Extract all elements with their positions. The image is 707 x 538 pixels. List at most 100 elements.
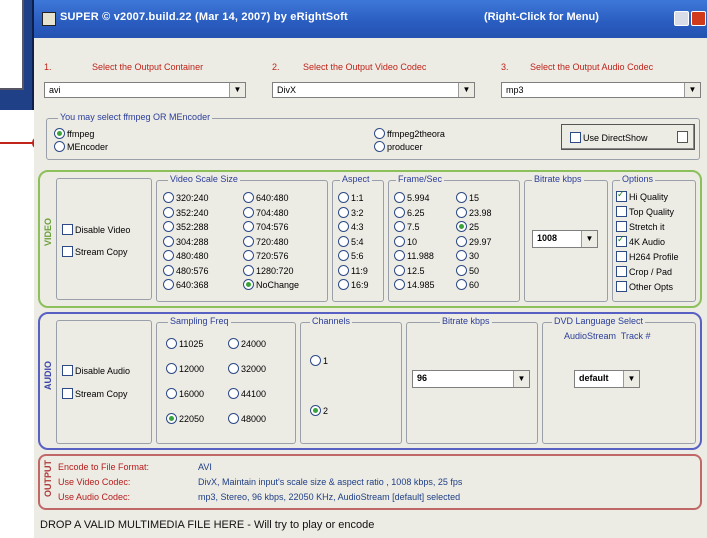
aspect-radio[interactable]: 5:4	[338, 235, 364, 247]
disable-audio-checkbox[interactable]: Disable Audio	[62, 365, 130, 376]
fps-radio[interactable]: 23.98	[456, 206, 492, 218]
radio-indicator[interactable]	[310, 405, 321, 416]
aspect-radio[interactable]: 1:1	[338, 192, 364, 203]
video-codec-select[interactable]: DivX ▼	[272, 82, 475, 98]
checkbox-indicator[interactable]	[616, 281, 627, 292]
checkbox-indicator[interactable]	[616, 234, 627, 247]
sampling-radio[interactable]: 32000	[228, 363, 266, 374]
producer-radio[interactable]: producer	[374, 141, 423, 152]
checkbox-indicator[interactable]	[616, 189, 627, 202]
scale-radio[interactable]: 640:368	[163, 279, 209, 290]
fps-radio[interactable]: 25	[456, 221, 479, 232]
video-option-checkbox[interactable]: Other Opts	[616, 281, 673, 292]
radio-indicator[interactable]	[166, 338, 177, 349]
radio-indicator[interactable]	[456, 250, 467, 261]
scale-radio[interactable]: 352:288	[163, 221, 209, 232]
radio-indicator[interactable]	[338, 264, 349, 276]
radio-indicator[interactable]	[243, 279, 254, 290]
radio-indicator[interactable]	[228, 413, 239, 424]
fps-radio[interactable]: 15	[456, 192, 479, 203]
audio-stream-copy-checkbox[interactable]: Stream Copy	[62, 388, 128, 399]
aspect-radio[interactable]: 5:6	[338, 250, 364, 261]
sampling-radio[interactable]: 44100	[228, 388, 266, 399]
radio-indicator[interactable]	[394, 264, 405, 276]
app-icon[interactable]	[42, 12, 56, 26]
mencoder-radio[interactable]: MEncoder	[54, 141, 108, 152]
audiostream-select[interactable]: default ▼	[574, 370, 640, 388]
radio-indicator[interactable]	[228, 363, 239, 374]
sampling-radio[interactable]: 11025	[166, 338, 203, 349]
video-option-checkbox[interactable]: H264 Profile	[616, 251, 679, 262]
chevron-down-icon[interactable]: ▼	[581, 231, 597, 247]
fps-radio[interactable]: 50	[456, 264, 479, 276]
checkbox-indicator[interactable]	[616, 221, 627, 232]
channel-radio[interactable]: 2	[310, 405, 328, 416]
aspect-radio[interactable]: 16:9	[338, 279, 369, 290]
scale-radio[interactable]: 1280:720	[243, 264, 294, 276]
sampling-radio[interactable]: 24000	[228, 338, 266, 349]
radio-indicator[interactable]	[243, 192, 254, 203]
container-select[interactable]: avi ▼	[44, 82, 246, 98]
drop-zone-status[interactable]: DROP A VALID MULTIMEDIA FILE HERE - Will…	[40, 519, 374, 531]
radio-indicator[interactable]	[338, 206, 349, 218]
radio-indicator[interactable]	[456, 221, 467, 232]
ffmpeg-radio[interactable]: ffmpeg	[54, 128, 94, 139]
radio-indicator[interactable]	[456, 206, 467, 218]
ffmpeg2theora-radio[interactable]: ffmpeg2theora	[374, 128, 445, 139]
scale-radio[interactable]: 704:576	[243, 221, 289, 232]
sampling-radio[interactable]: 16000	[166, 388, 204, 399]
radio-indicator[interactable]	[243, 221, 254, 232]
radio-indicator[interactable]	[394, 192, 405, 203]
radio-indicator[interactable]	[163, 250, 174, 261]
chevron-down-icon[interactable]: ▼	[513, 371, 529, 387]
radio-indicator[interactable]	[163, 264, 174, 276]
scale-radio[interactable]: NoChange	[243, 279, 299, 290]
video-option-checkbox[interactable]: Stretch it	[616, 221, 665, 232]
radio-indicator[interactable]	[338, 235, 349, 247]
chevron-down-icon[interactable]: ▼	[458, 83, 474, 97]
radio-indicator[interactable]	[338, 250, 349, 261]
fps-radio[interactable]: 10	[394, 235, 417, 247]
video-stream-copy-checkbox[interactable]: Stream Copy	[62, 246, 128, 257]
disable-video-checkbox[interactable]: Disable Video	[62, 224, 130, 235]
radio-indicator[interactable]	[310, 355, 321, 366]
radio-indicator[interactable]	[228, 388, 239, 399]
fps-radio[interactable]: 5.994	[394, 192, 430, 203]
scale-radio[interactable]: 720:480	[243, 235, 289, 247]
audio-codec-select[interactable]: mp3 ▼	[501, 82, 701, 98]
title-bar[interactable]: SUPER © v2007.build.22 (Mar 14, 2007) by…	[34, 0, 707, 38]
minimize-button[interactable]	[674, 11, 689, 26]
video-option-checkbox[interactable]: Hi Quality	[616, 189, 668, 202]
radio-indicator[interactable]	[163, 235, 174, 247]
directshow-button[interactable]: Use DirectShow	[561, 124, 695, 150]
checkbox-indicator[interactable]	[616, 206, 627, 217]
radio-indicator[interactable]	[166, 363, 177, 374]
radio-indicator[interactable]	[456, 279, 467, 290]
radio-indicator[interactable]	[166, 413, 177, 424]
chevron-down-icon[interactable]: ▼	[623, 371, 639, 387]
scale-radio[interactable]: 304:288	[163, 235, 209, 247]
radio-indicator[interactable]	[243, 206, 254, 218]
radio-indicator[interactable]	[243, 250, 254, 261]
directshow-checkbox[interactable]: Use DirectShow	[570, 132, 648, 143]
sampling-radio[interactable]: 48000	[228, 413, 266, 424]
aspect-radio[interactable]: 11:9	[338, 264, 368, 276]
checkbox-indicator[interactable]	[616, 251, 627, 262]
sampling-radio[interactable]: 12000	[166, 363, 204, 374]
radio-indicator[interactable]	[456, 235, 467, 247]
radio-indicator[interactable]	[338, 192, 349, 203]
radio-indicator[interactable]	[163, 221, 174, 232]
radio-indicator[interactable]	[163, 279, 174, 290]
radio-indicator[interactable]	[338, 279, 349, 290]
radio-indicator[interactable]	[456, 264, 467, 276]
scale-radio[interactable]: 704:480	[243, 206, 289, 218]
sampling-radio[interactable]: 22050	[166, 413, 204, 424]
radio-indicator[interactable]	[228, 338, 239, 349]
fps-radio[interactable]: 11.988	[394, 250, 434, 261]
radio-indicator[interactable]	[394, 279, 405, 290]
fps-radio[interactable]: 6.25	[394, 206, 425, 218]
radio-indicator[interactable]	[338, 221, 349, 232]
checkbox-indicator[interactable]	[616, 266, 627, 277]
scale-radio[interactable]: 480:480	[163, 250, 209, 261]
fps-radio[interactable]: 30	[456, 250, 479, 261]
